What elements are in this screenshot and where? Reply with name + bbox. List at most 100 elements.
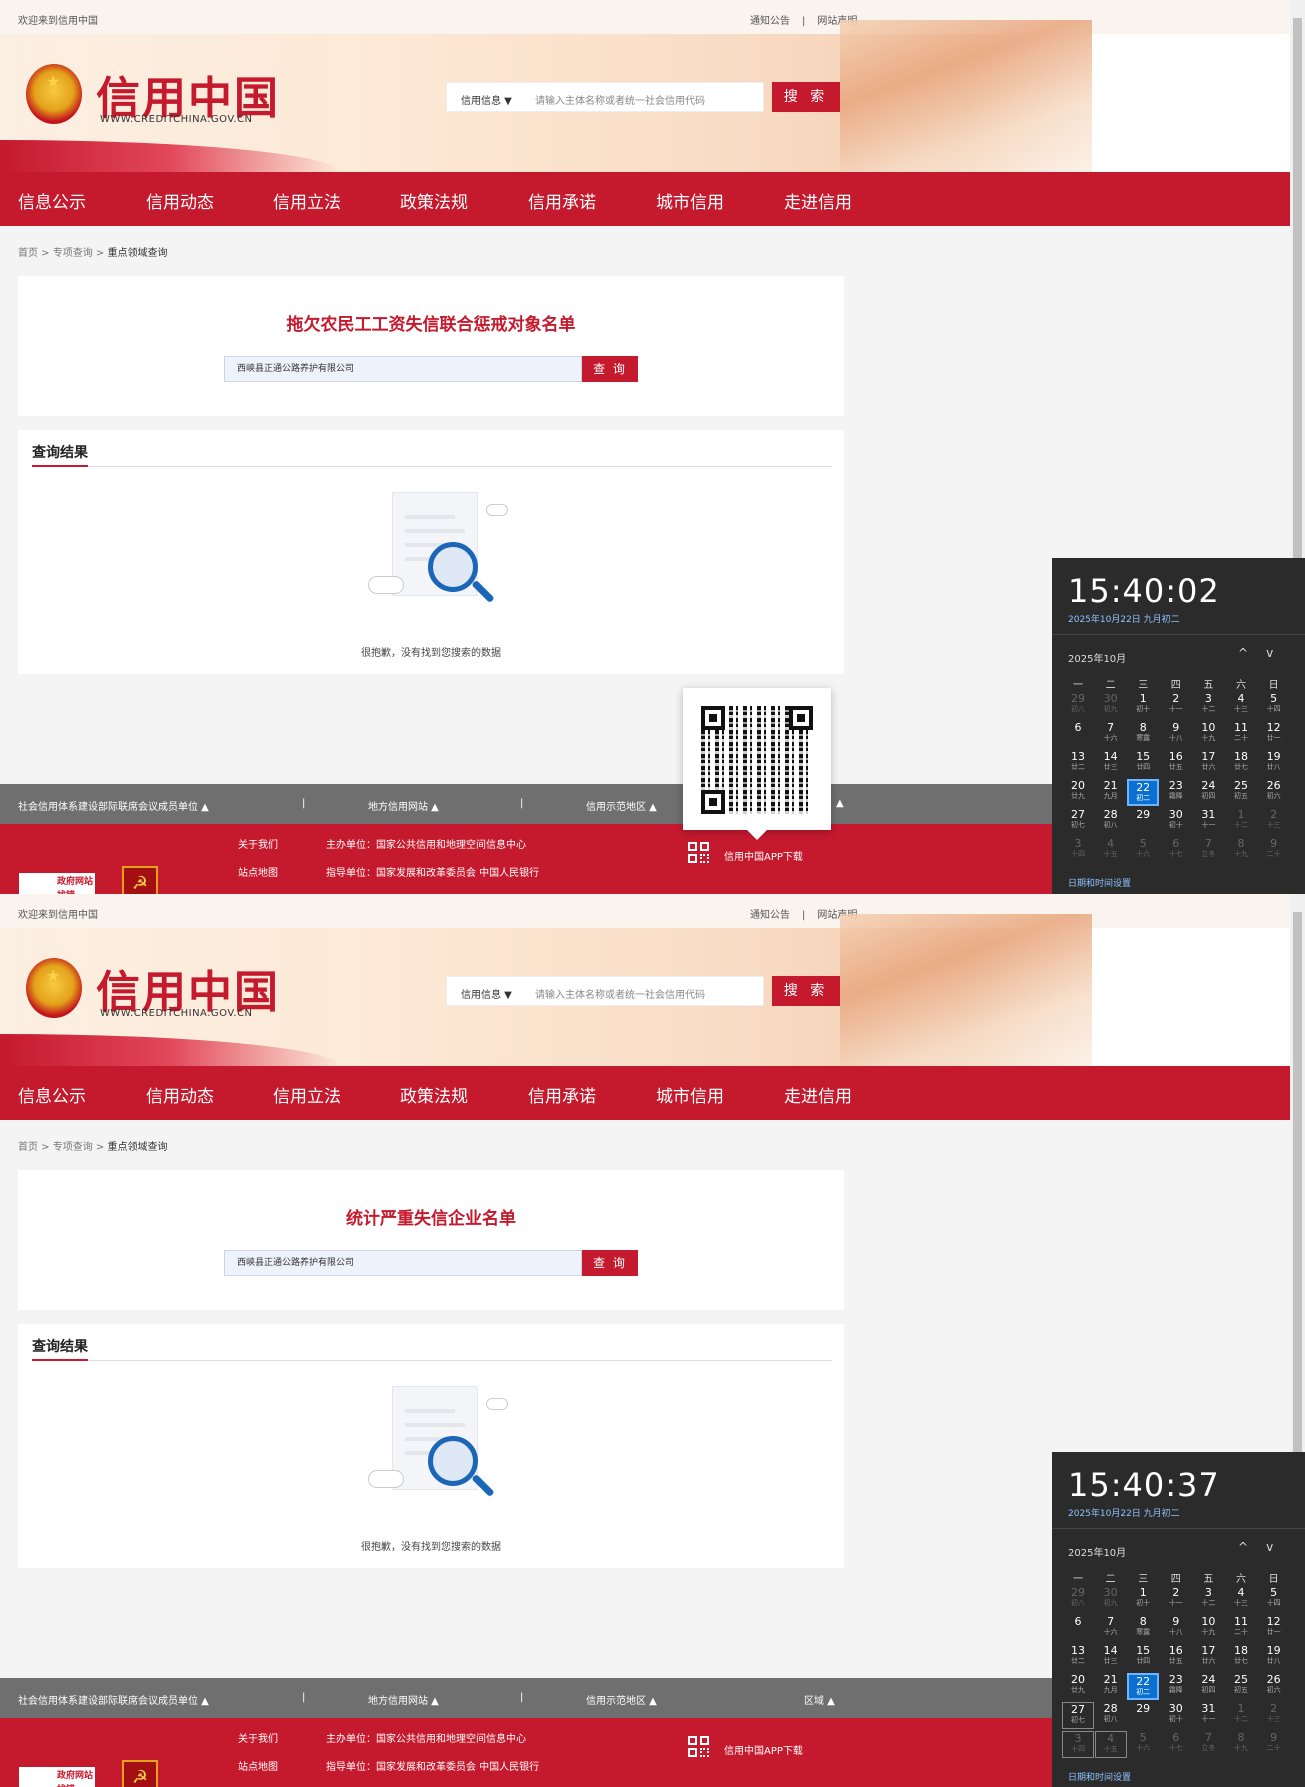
calendar-day[interactable]: 19 廿八 <box>1258 750 1290 777</box>
nav-item-credit-commitment[interactable]: 信用承诺 <box>528 1082 596 1107</box>
query-button[interactable]: 查 询 <box>582 1250 638 1276</box>
header-search-button[interactable]: 搜 索 <box>772 976 840 1006</box>
footer-demo-areas[interactable]: 信用示范地区 ▲ <box>586 798 657 813</box>
notice-link[interactable]: 通知公告 <box>750 16 790 27</box>
breadcrumb-section[interactable]: 专项查询 <box>53 248 93 259</box>
calendar-day[interactable]: 17 廿六 <box>1192 1644 1224 1671</box>
calendar-day[interactable]: 9 二十 <box>1258 1731 1290 1758</box>
calendar-day[interactable]: 27 初七 <box>1062 808 1094 835</box>
calendar-day[interactable]: 5 十四 <box>1258 1586 1290 1613</box>
calendar-day[interactable]: 20 廿九 <box>1062 1673 1094 1700</box>
clock-date[interactable]: 2025年10月22日 九月初二 <box>1068 1506 1180 1519</box>
nav-item-credit-commitment[interactable]: 信用承诺 <box>528 188 596 213</box>
calendar-day[interactable]: 30 初十 <box>1160 1702 1192 1729</box>
calendar-day[interactable]: 7 十六 <box>1095 721 1127 748</box>
calendar-month[interactable]: 2025年10月 <box>1068 650 1126 665</box>
nav-item-about-credit[interactable]: 走进信用 <box>784 1082 852 1107</box>
nav-item-credit-news[interactable]: 信用动态 <box>146 1082 214 1107</box>
header-search-input[interactable]: 信用信息 ▼ 请输入主体名称或者统一社会信用代码 <box>446 82 764 112</box>
calendar-day[interactable]: 9 十八 <box>1160 1615 1192 1642</box>
calendar-day[interactable]: 19 廿八 <box>1258 1644 1290 1671</box>
calendar-day[interactable]: 4 十五 <box>1094 1731 1127 1758</box>
nav-item-credit-news[interactable]: 信用动态 <box>146 188 214 213</box>
calendar-day[interactable]: 1 初十 <box>1127 692 1159 719</box>
footer-member-units[interactable]: 社会信用体系建设部际联席会议成员单位 ▲ <box>18 1692 209 1707</box>
calendar-day[interactable]: 16 廿五 <box>1160 1644 1192 1671</box>
query-input[interactable]: 西峡县正通公路养护有限公司 <box>224 356 582 382</box>
calendar-day[interactable]: 5 十四 <box>1258 692 1290 719</box>
chevron-down-icon[interactable]: v <box>1266 646 1273 660</box>
footer-about-link[interactable]: 关于我们 <box>238 1730 278 1745</box>
chevron-up-icon[interactable]: ^ <box>1238 1540 1248 1554</box>
footer-about-link[interactable]: 关于我们 <box>238 836 278 851</box>
calendar-day[interactable]: 18 廿七 <box>1225 1644 1257 1671</box>
party-emblem-icon[interactable]: ☭ <box>122 1760 158 1787</box>
calendar-day[interactable]: 8 十九 <box>1225 1731 1257 1758</box>
calendar-day[interactable]: 8 十九 <box>1225 837 1257 864</box>
calendar-day[interactable]: 7 立冬 <box>1192 837 1224 864</box>
header-search-button[interactable]: 搜 索 <box>772 82 840 112</box>
calendar-day[interactable]: 8 寒露 <box>1127 1615 1159 1642</box>
calendar-day[interactable]: 15 廿四 <box>1127 1644 1159 1671</box>
calendar-day[interactable]: 18 廿七 <box>1225 750 1257 777</box>
gov-website-error-badge[interactable]: 政府网站找错 <box>18 872 96 894</box>
calendar-day[interactable]: 2 十三 <box>1258 808 1290 835</box>
calendar-day[interactable]: 17 廿六 <box>1192 750 1224 777</box>
calendar-day[interactable]: 31 十一 <box>1192 1702 1224 1729</box>
calendar-day[interactable]: 30 初十 <box>1160 808 1192 835</box>
search-category-select[interactable]: 信用信息 ▼ <box>461 986 512 1001</box>
app-download-link[interactable]: 信用中国APP下载 <box>724 848 803 863</box>
clock-date[interactable]: 2025年10月22日 九月初二 <box>1068 612 1180 625</box>
calendar-day[interactable]: 16 廿五 <box>1160 750 1192 777</box>
calendar-day[interactable]: 2 十一 <box>1160 1586 1192 1613</box>
footer-sitemap-link[interactable]: 站点地图 <box>238 864 278 879</box>
calendar-day[interactable]: 6 <box>1062 1615 1094 1642</box>
calendar-day[interactable]: 22 初二 <box>1127 1673 1160 1700</box>
notice-link[interactable]: 通知公告 <box>750 910 790 921</box>
calendar-day[interactable]: 4 十三 <box>1225 1586 1257 1613</box>
calendar-day[interactable]: 10 十九 <box>1192 1615 1224 1642</box>
calendar-day[interactable]: 28 初八 <box>1095 1702 1127 1729</box>
calendar-day[interactable]: 2 十三 <box>1258 1702 1290 1729</box>
calendar-month[interactable]: 2025年10月 <box>1068 1544 1126 1559</box>
footer-region[interactable]: 区域 ▲ <box>804 1692 835 1707</box>
calendar-day[interactable]: 2 十一 <box>1160 692 1192 719</box>
calendar-day[interactable]: 5 十六 <box>1127 837 1159 864</box>
nav-item-info-publicity[interactable]: 信息公示 <box>18 188 86 213</box>
footer-sitemap-link[interactable]: 站点地图 <box>238 1758 278 1773</box>
calendar-day[interactable]: 13 廿二 <box>1062 750 1094 777</box>
calendar-day[interactable]: 29 初八 <box>1062 692 1094 719</box>
calendar-day[interactable]: 6 <box>1062 721 1094 748</box>
calendar-day[interactable]: 4 十五 <box>1095 837 1127 864</box>
calendar-day[interactable]: 12 廿一 <box>1258 721 1290 748</box>
calendar-day[interactable]: 3 十四 <box>1062 837 1094 864</box>
nav-item-credit-legislation[interactable]: 信用立法 <box>273 1082 341 1107</box>
calendar-day[interactable]: 25 初五 <box>1225 779 1257 806</box>
calendar-day[interactable]: 26 初六 <box>1258 779 1290 806</box>
nav-item-credit-legislation[interactable]: 信用立法 <box>273 188 341 213</box>
calendar-day[interactable]: 24 初四 <box>1192 1673 1224 1700</box>
calendar-day[interactable]: 1 十二 <box>1225 1702 1257 1729</box>
calendar-day[interactable]: 6 十七 <box>1160 837 1192 864</box>
calendar-day[interactable]: 13 廿二 <box>1062 1644 1094 1671</box>
footer-local-sites[interactable]: 地方信用网站 ▲ <box>368 798 439 813</box>
search-category-select[interactable]: 信用信息 ▼ <box>461 92 512 107</box>
calendar-day[interactable]: 27 初七 <box>1062 1702 1094 1729</box>
footer-region[interactable]: ▲ <box>836 798 844 809</box>
calendar-day[interactable]: 9 二十 <box>1258 837 1290 864</box>
calendar-day[interactable]: 5 十六 <box>1127 1731 1159 1758</box>
calendar-day[interactable]: 4 十三 <box>1225 692 1257 719</box>
gov-website-error-badge[interactable]: 政府网站找错 <box>18 1766 96 1787</box>
calendar-day[interactable]: 12 廿一 <box>1258 1615 1290 1642</box>
calendar-day[interactable]: 31 十一 <box>1192 808 1224 835</box>
date-time-settings-link[interactable]: 日期和时间设置 <box>1068 1770 1131 1783</box>
calendar-day[interactable]: 30 初九 <box>1095 692 1127 719</box>
nav-item-about-credit[interactable]: 走进信用 <box>784 188 852 213</box>
calendar-day[interactable]: 29 <box>1127 1702 1159 1729</box>
calendar-day[interactable]: 20 廿九 <box>1062 779 1094 806</box>
calendar-day[interactable]: 30 初九 <box>1095 1586 1127 1613</box>
calendar-day[interactable]: 28 初八 <box>1095 808 1127 835</box>
calendar-day[interactable]: 14 廿三 <box>1095 1644 1127 1671</box>
calendar-day[interactable]: 3 十二 <box>1192 692 1224 719</box>
chevron-up-icon[interactable]: ^ <box>1238 646 1248 660</box>
